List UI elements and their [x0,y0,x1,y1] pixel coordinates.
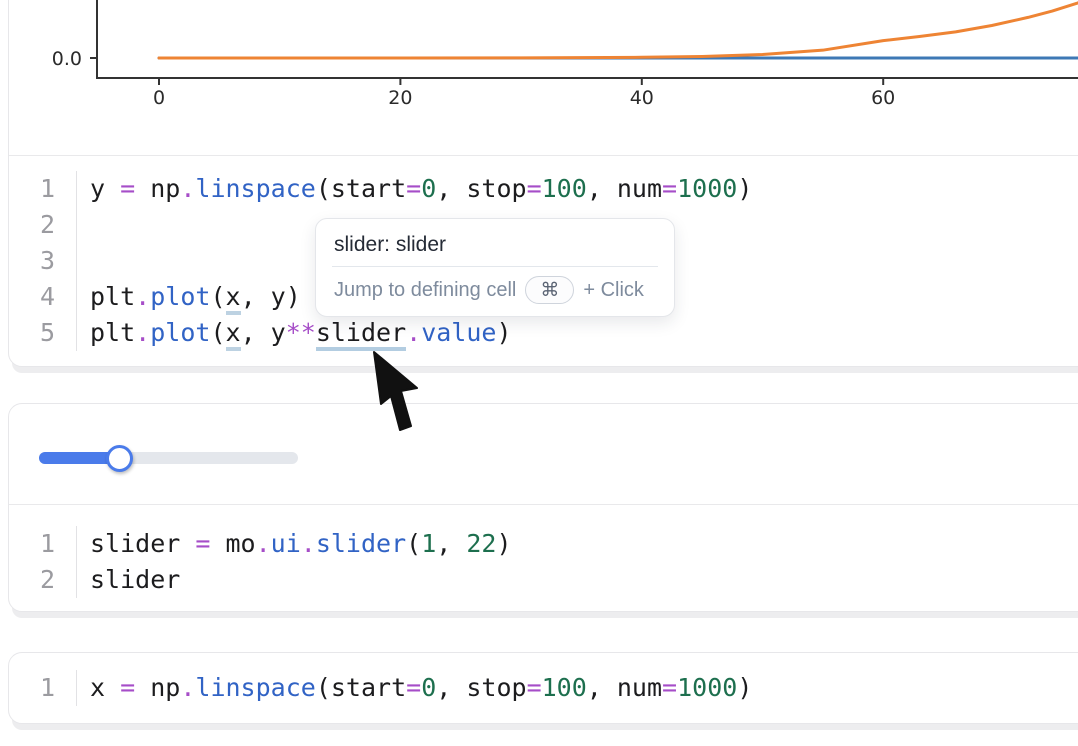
line-number: 1 [9,670,77,706]
line-number: 1 [9,171,77,207]
tooltip-click-label: + Click [583,279,644,302]
variable-ref[interactable]: x [226,282,241,315]
code-line[interactable]: slider [77,562,1078,598]
code-line[interactable]: x = np.linspace(start=0, stop=100, num=1… [77,670,1078,706]
line-number: 5 [9,315,77,351]
command-key-badge: ⌘ [525,276,574,304]
notebook-cell-x: 1x = np.linspace(start=0, stop=100, num=… [8,652,1078,724]
tooltip-title: slider: slider [316,219,674,266]
command-key-icon: ⌘ [540,279,559,302]
variable-tooltip: slider: slider Jump to defining cell ⌘ +… [315,218,675,317]
hovered-variable-ref[interactable]: slider [316,318,406,351]
slider-output [9,404,1078,504]
line-number: 2 [9,207,77,243]
line-number: 3 [9,243,77,279]
line-number: 1 [9,526,77,562]
code-editor[interactable]: 1slider = mo.ui.slider(1, 22)2slider [9,506,1078,598]
code-line[interactable]: plt.plot(x, y**slider.value) [77,315,1078,351]
slider-track[interactable] [39,452,298,464]
code-editor[interactable]: 1x = np.linspace(start=0, stop=100, num=… [9,653,1078,706]
line-number: 4 [9,279,77,315]
code-line[interactable]: y = np.linspace(start=0, stop=100, num=1… [77,171,1078,207]
code-line[interactable]: slider = mo.ui.slider(1, 22) [77,526,1078,562]
variable-ref[interactable]: x [226,318,241,351]
tooltip-action-label: Jump to defining cell [334,279,516,302]
notebook-cell-slider: 1slider = mo.ui.slider(1, 22)2slider [8,403,1078,612]
slider-thumb[interactable] [106,445,133,472]
line-number: 2 [9,562,77,598]
